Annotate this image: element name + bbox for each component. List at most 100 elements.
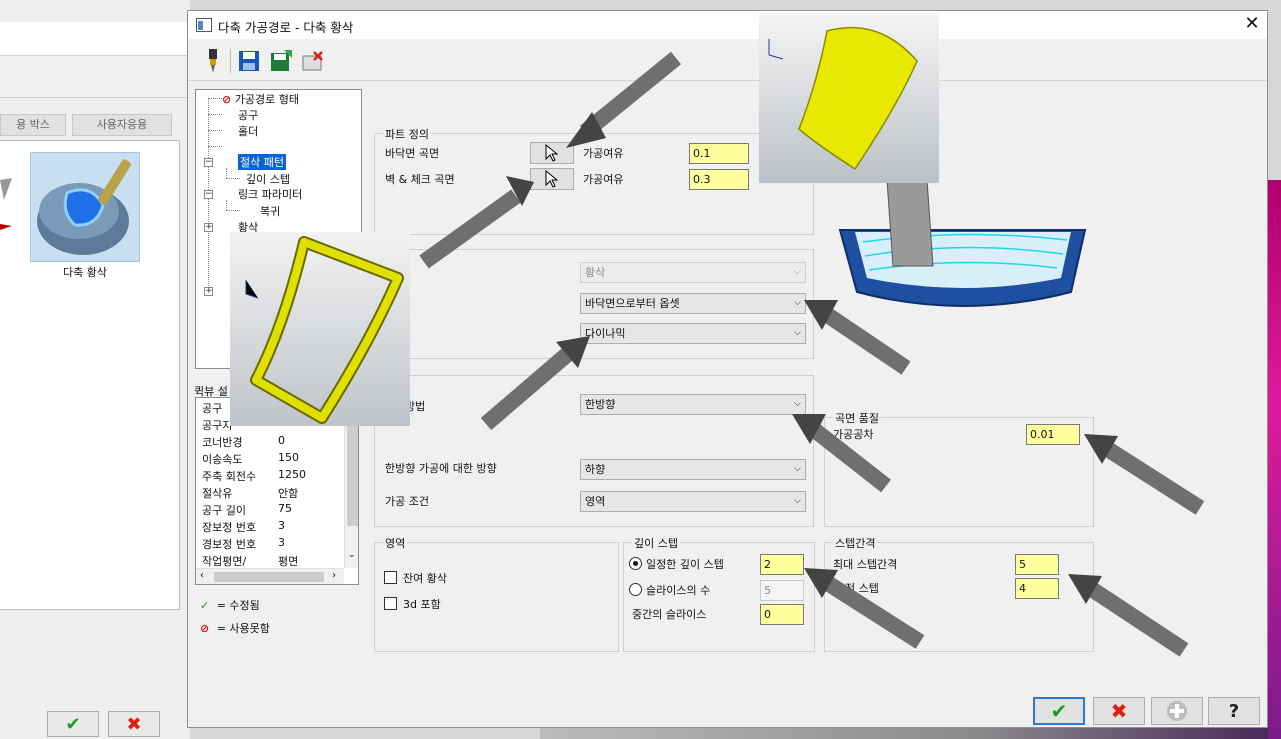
max-step-over-input[interactable]: 5: [1015, 554, 1059, 575]
pointer-arrow-icon: [545, 170, 559, 188]
constant-depth-label: 일정한 깊이 스텝: [646, 558, 724, 571]
quick-view-row: 주축 회전수 1250: [202, 468, 306, 483]
chevron-down-icon: ⌵: [794, 399, 801, 409]
multiaxis-roughing-tile[interactable]: [30, 152, 140, 262]
one-way-direction-select[interactable]: 하향 ⌵: [580, 459, 806, 480]
tolerance-label: 가공공차: [833, 428, 874, 441]
wall-surface-select-button[interactable]: [530, 168, 574, 190]
disabled-icon: ⊘: [200, 622, 210, 635]
help-button[interactable]: ?: [1208, 697, 1260, 725]
toolbar-divider: [230, 49, 231, 73]
floor-stock-input[interactable]: 0.1: [689, 143, 749, 164]
surface-quality-title: 곡면 품질: [833, 410, 881, 426]
depth-step-title: 깊이 스텝: [632, 535, 680, 551]
floor-surface-select-button[interactable]: [530, 142, 574, 164]
wall-stock-input[interactable]: 0.3: [689, 169, 749, 190]
tree-item-holder[interactable]: 홀더: [238, 123, 258, 139]
delete-button[interactable]: [300, 48, 326, 74]
background-ok-button[interactable]: ✔: [47, 711, 99, 737]
plus-circle-icon: [1167, 701, 1187, 721]
ok-button[interactable]: ✔: [1033, 697, 1085, 725]
quick-view-row: 작업평면/평면: [202, 555, 299, 568]
close-button[interactable]: ✕: [1240, 13, 1264, 35]
tree-item-link-parameters[interactable]: 링크 파라미터: [238, 186, 302, 202]
dialog-title: 다축 가공경로 - 다축 황삭: [218, 20, 354, 35]
dialog-titlebar[interactable]: 다축 가공경로 - 다축 황삭 ✕: [188, 11, 1267, 39]
wall-stock-label: 가공여유: [583, 173, 624, 186]
scroll-right-icon[interactable]: ›: [332, 570, 336, 581]
wall-surface-image: [245, 236, 404, 424]
depth-step-group: 깊이 스텝 일정한 깊이 스텝 2 슬라이스의 수 5 중간의 슬라이스 0: [623, 535, 815, 652]
tool-button[interactable]: [200, 48, 226, 74]
intermediate-slice-input[interactable]: 0: [760, 604, 804, 625]
region-title: 영역: [383, 535, 408, 551]
rest-roughing-checkbox[interactable]: [384, 571, 397, 584]
step-over-group: 스텝간격 최대 스텝간격 5 전 스텝 4: [824, 535, 1094, 652]
scroll-left-icon[interactable]: ‹: [200, 570, 204, 581]
tree-collapse-toggle[interactable]: −: [204, 158, 213, 167]
part-definition-title: 파트 정의: [383, 126, 431, 142]
multiaxis-roughing-icon: [37, 159, 131, 255]
dynamic-mode-select[interactable]: 다이나믹 ⌵: [580, 323, 806, 344]
background-user-app-button[interactable]: 사용자응용: [72, 114, 172, 136]
scrollbar-thumb[interactable]: [347, 416, 358, 526]
check-icon: ✓: [200, 599, 210, 612]
slice-count-radio[interactable]: [629, 583, 642, 596]
chevron-down-icon: ⌵: [794, 496, 801, 506]
tree-item-toolpath-type[interactable]: ⊘ 가공경로 형태: [222, 91, 299, 107]
wall-check-surface-label: 벽 & 체크 곡면: [385, 173, 455, 186]
min-step-over-input[interactable]: 4: [1015, 578, 1059, 599]
background-cancel-button[interactable]: ✖: [108, 711, 160, 737]
tree-collapse-toggle[interactable]: −: [204, 190, 213, 199]
cutting-method-select[interactable]: 한방향 ⌵: [580, 394, 806, 415]
floor-surface-label: 바닥면 곡면: [385, 147, 440, 160]
tree-expand-toggle[interactable]: +: [204, 223, 213, 232]
wall-surface-preview: [230, 232, 410, 426]
apply-button: [1151, 697, 1203, 725]
region-group: 영역 잔여 황삭 3d 포함: [374, 535, 619, 652]
tree-connector: [226, 200, 227, 210]
cancel-button[interactable]: ✖: [1093, 697, 1145, 725]
quick-view-row: 공구 길이 75: [202, 502, 292, 517]
cross-icon: ✖: [1110, 699, 1128, 723]
tool-in-groove-illustration: [838, 181, 1087, 307]
multiaxis-roughing-tile-label: 다축 황삭: [63, 266, 107, 279]
save-icon: [239, 51, 259, 71]
quick-view-row: 장보정 번호 3: [202, 519, 285, 534]
background-toolbar: [0, 22, 190, 56]
constant-depth-input[interactable]: 2: [760, 554, 804, 575]
save-button[interactable]: [236, 48, 262, 74]
intermediate-slice-label: 중간의 슬라이스: [632, 608, 707, 621]
chevron-down-icon: ⌵: [794, 267, 801, 277]
offset-mode-select[interactable]: 바닥면으로부터 옵셋 ⌵: [580, 293, 806, 314]
background-box-button[interactable]: 용 박스: [0, 114, 66, 136]
tree-item-retract[interactable]: 복귀: [260, 203, 280, 219]
tree-item-cut-pattern[interactable]: 절삭 패턴: [238, 154, 286, 170]
include-3d-checkbox[interactable]: [384, 597, 397, 610]
tree-expand-toggle[interactable]: +: [204, 287, 213, 296]
rest-roughing-label: 잔여 황삭: [403, 572, 447, 585]
tree-item-tool[interactable]: 공구: [238, 107, 258, 123]
tree-item-depth-step[interactable]: 깊이 스텝: [246, 171, 290, 187]
quick-view-row: 이송속도 150: [202, 451, 299, 466]
help-icon: ?: [1228, 700, 1240, 722]
floor-surface-preview: [759, 13, 939, 183]
quick-view-horizontal-scrollbar[interactable]: ‹ ›: [196, 568, 344, 584]
constant-depth-radio[interactable]: [629, 557, 642, 570]
chevron-down-icon: ⌵: [794, 328, 801, 338]
tree-connector: [208, 114, 222, 115]
cutting-condition-select[interactable]: 영역 ⌵: [580, 491, 806, 512]
scrollbar-thumb[interactable]: [214, 572, 324, 582]
one-way-direction-label: 한방향 가공에 대한 방향: [385, 462, 497, 475]
cutting-condition-label: 가공 조건: [385, 495, 429, 508]
scroll-down-icon[interactable]: ⌄: [348, 550, 356, 560]
viewport-scene-right: [1268, 180, 1281, 739]
background-window: 용 박스 사용자응용 다축 황삭 ✔ ✖: [0, 0, 190, 739]
tree-connector: [226, 168, 227, 178]
tolerance-input[interactable]: 0.01: [1026, 424, 1080, 445]
save-as-button[interactable]: [268, 48, 294, 74]
include-3d-label: 3d 포함: [403, 598, 441, 611]
floor-surface-image: [768, 26, 918, 171]
pattern-group: 황삭 ⌵ 바닥면으로부터 옵셋 ⌵ 다이나믹 ⌵: [374, 249, 814, 359]
viewport-scene-bottom: [540, 727, 1268, 739]
